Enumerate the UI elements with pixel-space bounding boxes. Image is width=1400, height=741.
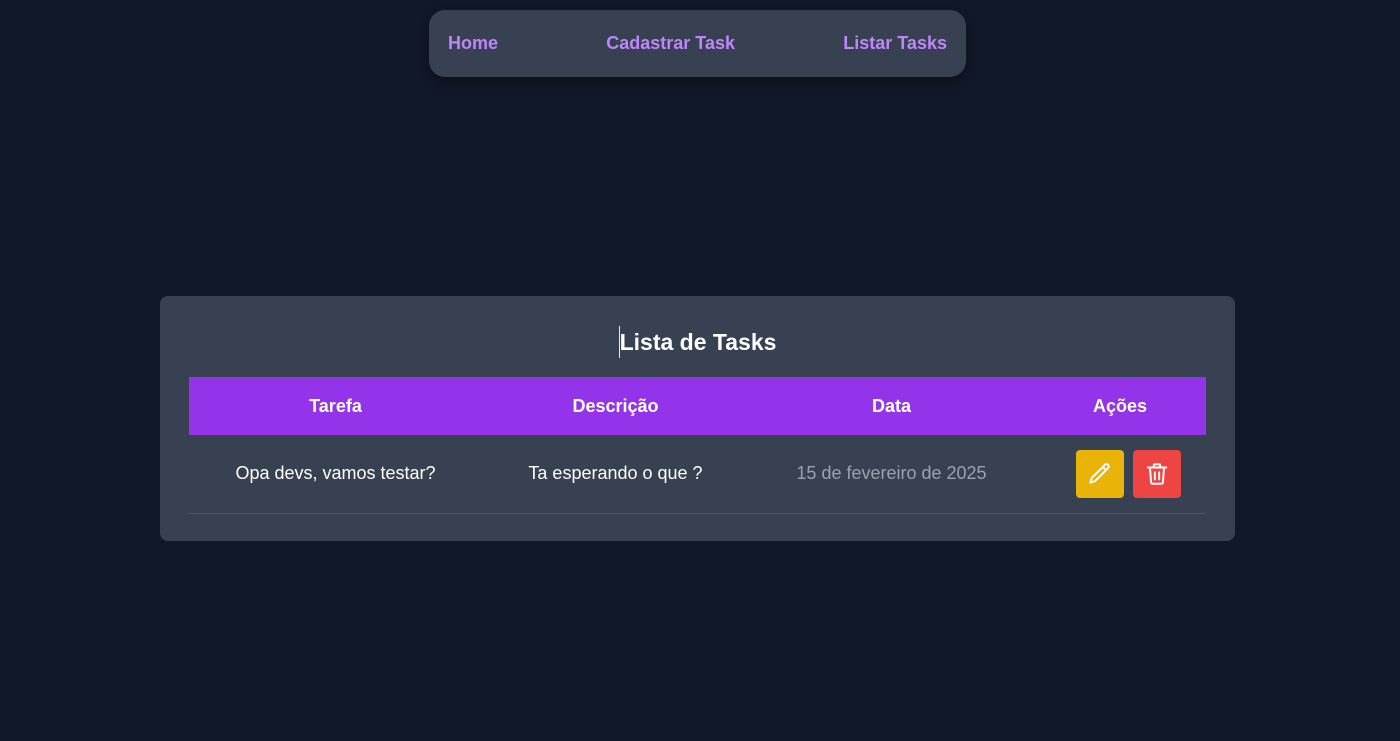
row-actions (1034, 449, 1206, 498)
table-header: Tarefa Descrição Data Ações (189, 377, 1206, 435)
column-header-acoes: Ações (1092, 395, 1148, 416)
nav-link-listar-tasks[interactable]: Listar Tasks (843, 33, 947, 54)
pencil-icon (1087, 461, 1113, 487)
column-header-tarefa: Tarefa (309, 395, 362, 416)
cell-acoes (1034, 435, 1206, 513)
table-header-row: Tarefa Descrição Data Ações (189, 377, 1206, 435)
table-row: Opa devs, vamos testar? Ta esperando o q… (189, 435, 1206, 513)
card-title: Lista de Tasks (619, 329, 777, 355)
task-table: Tarefa Descrição Data Ações Opa devs, va… (189, 377, 1206, 514)
task-list-card: Lista de Tasks Tarefa Descrição Data Açõ… (160, 296, 1235, 541)
column-header-descricao: Descrição (572, 395, 659, 416)
card-title-wrapper: Lista de Tasks (189, 296, 1206, 377)
cell-tarefa: Opa devs, vamos testar? (235, 463, 436, 484)
top-nav: Home Cadastrar Task Listar Tasks (429, 10, 966, 77)
edit-button[interactable] (1076, 449, 1124, 498)
column-header-data: Data (871, 395, 911, 416)
trash-icon (1144, 461, 1170, 487)
delete-button[interactable] (1133, 449, 1181, 498)
nav-link-cadastrar-task[interactable]: Cadastrar Task (606, 33, 735, 54)
text-cursor (618, 325, 620, 358)
table-body: Opa devs, vamos testar? Ta esperando o q… (189, 435, 1206, 513)
nav-link-home[interactable]: Home (448, 33, 498, 54)
cell-data: 15 de fevereiro de 2025 (796, 463, 987, 484)
cell-descricao: Ta esperando o que ? (528, 463, 703, 484)
